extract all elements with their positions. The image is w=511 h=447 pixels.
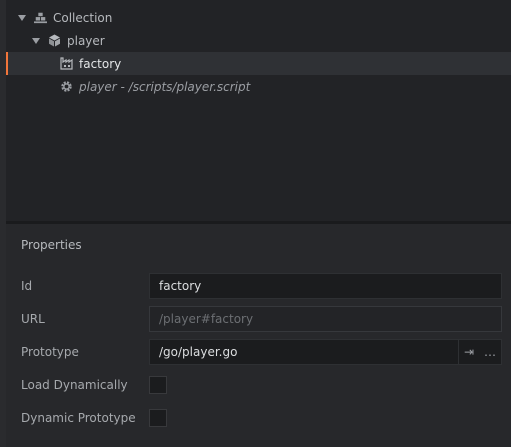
browse-button[interactable]: …	[484, 345, 496, 359]
factory-icon	[60, 57, 73, 70]
tree-item-label: player - /scripts/player.script	[79, 79, 251, 94]
dynamic-prototype-checkbox[interactable]	[149, 409, 167, 427]
tree-item-label: Collection	[53, 10, 113, 25]
id-label: Id	[21, 279, 33, 293]
properties-title: Properties	[21, 238, 82, 252]
dynamic-prototype-label: Dynamic Prototype	[21, 411, 136, 425]
id-field[interactable]: factory	[149, 273, 502, 299]
tree-item-collection[interactable]: Collection	[6, 6, 511, 29]
tree-item-player[interactable]: player	[6, 29, 511, 52]
url-field: /player#factory	[149, 306, 502, 332]
tree-item-factory[interactable]: factory	[6, 52, 511, 75]
tree-item-label: factory	[79, 56, 122, 71]
chevron-down-icon[interactable]	[18, 14, 26, 21]
tree-item-player-script[interactable]: player - /scripts/player.script	[6, 75, 511, 98]
tree-item-label: player	[67, 33, 105, 48]
load-dynamically-label: Load Dynamically	[21, 378, 128, 392]
properties-panel: Properties Id factory URL /player#factor…	[6, 224, 511, 447]
game-object-icon	[48, 34, 61, 47]
prototype-label: Prototype	[21, 345, 79, 359]
collection-icon	[34, 11, 47, 24]
prototype-field[interactable]: /go/player.go	[149, 339, 459, 365]
editor-root: Collection player factory player - /scri…	[0, 0, 511, 447]
gear-icon	[60, 80, 73, 93]
chevron-down-icon[interactable]	[32, 37, 40, 44]
url-label: URL	[21, 312, 45, 326]
prototype-buttons: ⇥ …	[459, 339, 502, 365]
outline-panel: Collection player factory player - /scri…	[6, 0, 511, 221]
goto-resource-icon[interactable]: ⇥	[464, 345, 474, 359]
load-dynamically-checkbox[interactable]	[149, 376, 167, 394]
